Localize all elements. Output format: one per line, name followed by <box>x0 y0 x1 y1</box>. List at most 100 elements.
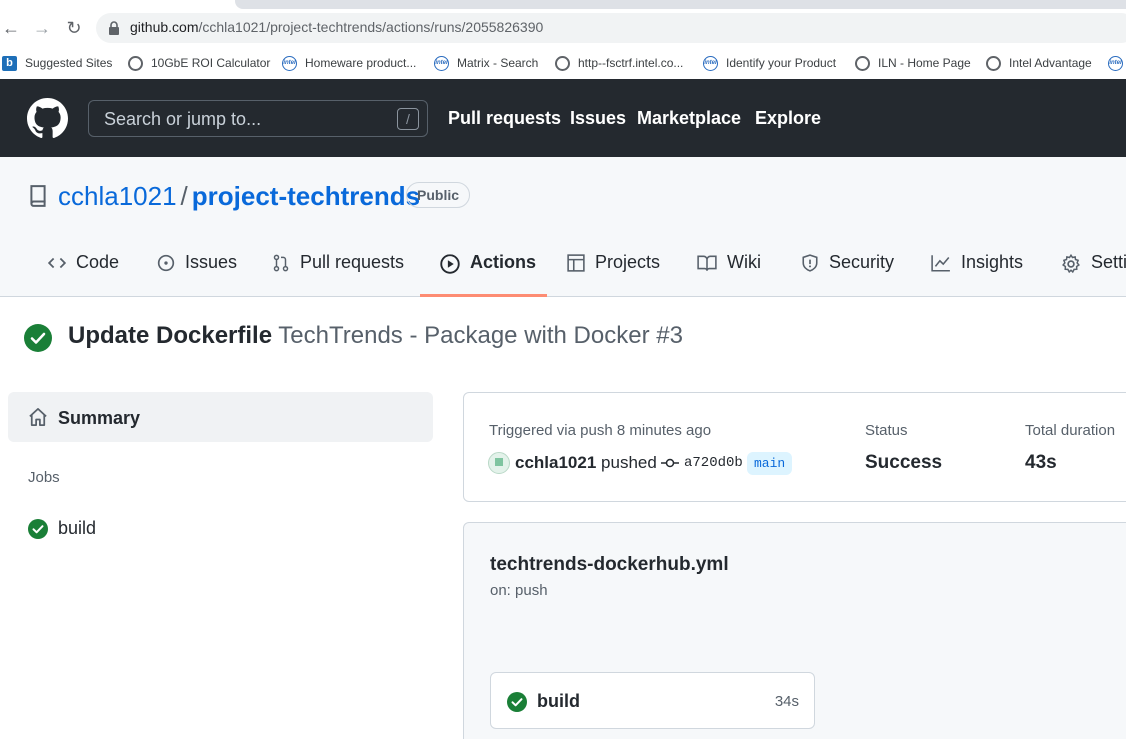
nav-pull-requests[interactable]: Pull requests <box>448 108 561 129</box>
repo-title: cchla1021/project-techtrends <box>58 181 420 212</box>
intel-icon: intel <box>434 55 449 71</box>
back-arrow-icon[interactable]: ← <box>0 17 22 39</box>
push-action: pushed <box>601 453 657 472</box>
tab-projects[interactable]: Projects <box>567 252 660 296</box>
run-title: Update Dockerfile TechTrends - Package w… <box>68 322 683 350</box>
success-check-icon <box>28 519 48 539</box>
table-icon <box>567 254 585 272</box>
tab-code[interactable]: Code <box>48 252 119 296</box>
repo-name-link[interactable]: project-techtrends <box>192 181 420 211</box>
graph-job-build[interactable]: build 34s <box>490 672 815 729</box>
bookmark-fsctrf[interactable]: http--fsctrf.intel.co... <box>555 52 683 74</box>
code-icon <box>48 257 66 269</box>
globe-icon <box>986 55 1001 71</box>
graph-icon <box>931 255 950 272</box>
sidebar-summary-link[interactable]: Summary <box>8 392 433 442</box>
run-summary-card: Triggered via push 8 minutes ago cchla10… <box>463 392 1126 502</box>
tab-actions-label: Actions <box>470 252 537 272</box>
tab-projects-label: Projects <box>595 252 661 272</box>
gear-icon <box>1062 254 1080 274</box>
tab-code-label: Code <box>76 252 120 272</box>
globe-icon <box>855 55 870 71</box>
repo-header: cchla1021/project-techtrends Public Code… <box>0 157 1126 297</box>
repo-icon <box>30 185 46 207</box>
repo-owner-link[interactable]: cchla1021 <box>58 181 177 211</box>
issue-icon <box>157 254 175 272</box>
globe-icon <box>128 55 143 71</box>
intel-icon: intel <box>703 55 718 71</box>
repo-separator: / <box>180 181 188 211</box>
bookmark-iln-home[interactable]: ILN - Home Page <box>855 52 971 74</box>
trigger-label: Triggered via push 8 minutes ago <box>489 422 712 439</box>
tab-insights-label: Insights <box>961 252 1024 272</box>
intel-icon: intel <box>1108 55 1123 71</box>
pull-request-icon <box>273 254 289 272</box>
bookmark-suggested-sites[interactable]: b Suggested Sites <box>2 52 112 74</box>
shield-icon <box>802 254 818 272</box>
tab-actions[interactable]: Actions <box>440 252 536 296</box>
success-check-icon <box>24 324 52 352</box>
search-input[interactable]: Search or jump to... / <box>88 100 428 137</box>
nav-explore[interactable]: Explore <box>755 108 821 129</box>
success-check-icon <box>507 692 527 712</box>
nav-issues[interactable]: Issues <box>570 108 626 129</box>
tab-wiki-label: Wiki <box>727 252 761 272</box>
tab-settings-label: Settings <box>1091 252 1126 272</box>
tab-issues-label: Issues <box>185 252 238 272</box>
duration-label: Total duration <box>1025 422 1116 439</box>
url-text: github.com/cchla1021/project-techtrends/… <box>130 19 544 35</box>
pusher-text: cchla1021 pushed <box>515 453 657 473</box>
branch-badge[interactable]: main <box>747 452 793 475</box>
pusher-user-link[interactable]: cchla1021 <box>515 453 596 472</box>
bookmark-homeware[interactable]: intel Homeware product... <box>282 52 416 74</box>
home-icon <box>29 408 47 426</box>
tab-strip <box>235 0 1126 9</box>
tab-pull-requests[interactable]: Pull requests <box>272 252 404 296</box>
bookmark-overflow[interactable]: intel <box>1108 52 1126 74</box>
run-workflow-title: TechTrends - Package with Docker #3 <box>278 322 683 349</box>
intel-icon: intel <box>282 55 297 71</box>
bookmark-intel-advantage[interactable]: Intel Advantage <box>986 52 1092 74</box>
tab-security-label: Security <box>829 252 895 272</box>
tab-pull-requests-label: Pull requests <box>300 252 405 272</box>
forward-arrow-icon[interactable]: → <box>31 17 53 39</box>
graph-job-name: build <box>537 691 580 711</box>
run-commit-title: Update Dockerfile <box>68 322 273 349</box>
bookmarks-bar: b Suggested Sites 10GbE ROI Calculator in… <box>0 48 1126 79</box>
graph-job-duration: 34s <box>774 693 799 710</box>
tab-issues[interactable]: Issues <box>157 252 237 296</box>
github-logo-icon[interactable] <box>27 98 68 139</box>
bing-icon: b <box>2 55 17 71</box>
workflow-trigger: on: push <box>490 582 548 599</box>
reload-icon[interactable]: ↻ <box>63 17 85 39</box>
status-value: Success <box>865 452 943 473</box>
sidebar-job-label: build <box>58 518 97 538</box>
avatar[interactable] <box>488 452 510 474</box>
bookmark-identify-product[interactable]: intel Identify your Product <box>703 52 836 74</box>
nav-marketplace[interactable]: Marketplace <box>637 108 741 129</box>
address-bar[interactable]: github.com/cchla1021/project-techtrends/… <box>96 13 1126 43</box>
duration-value: 43s <box>1025 452 1057 473</box>
workflow-file-name: techtrends-dockerhub.yml <box>490 554 729 575</box>
tab-wiki[interactable]: Wiki <box>697 252 761 296</box>
bookmark-10gbe-roi[interactable]: 10GbE ROI Calculator <box>128 52 270 74</box>
tab-settings[interactable]: Settings <box>1061 252 1126 296</box>
commit-icon <box>661 458 679 468</box>
commit-sha-link[interactable]: a720d0b <box>684 455 743 471</box>
globe-icon <box>555 55 570 71</box>
bookmark-matrix-search[interactable]: intel Matrix - Search <box>434 52 538 74</box>
sidebar-summary-label: Summary <box>58 408 141 428</box>
play-icon <box>440 254 460 274</box>
tab-insights[interactable]: Insights <box>931 252 1023 296</box>
sidebar-jobs-heading: Jobs <box>28 469 60 486</box>
search-shortcut-key: / <box>397 108 419 130</box>
browser-toolbar: ← → ↻ github.com/cchla1021/project-techt… <box>0 0 1126 48</box>
active-tab-indicator <box>420 294 547 297</box>
book-icon <box>697 255 717 271</box>
lock-icon <box>109 21 119 35</box>
visibility-badge: Public <box>406 182 471 208</box>
search-placeholder: Search or jump to... <box>104 109 262 129</box>
status-label: Status <box>865 422 908 439</box>
tab-security[interactable]: Security <box>801 252 894 296</box>
github-header: Search or jump to... / Pull requests Iss… <box>0 79 1126 157</box>
